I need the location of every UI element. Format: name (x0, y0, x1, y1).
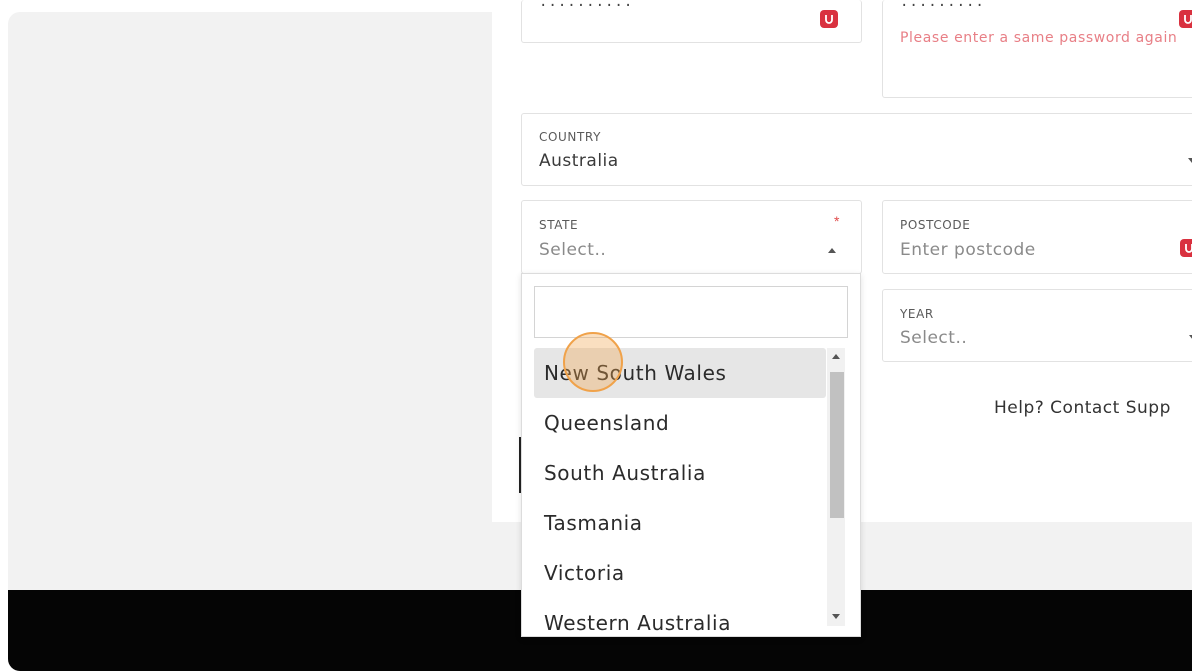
password-manager-icon[interactable] (1179, 10, 1192, 28)
scrollbar-thumb[interactable] (830, 372, 844, 518)
state-select[interactable]: STATE * Select.. (521, 200, 862, 274)
password-manager-icon[interactable] (820, 10, 838, 28)
password-field[interactable]: ·········· (521, 0, 862, 43)
help-contact-support-link[interactable]: Help? Contact Supp (994, 398, 1171, 418)
password-mismatch-error: Please enter a same password again (900, 30, 1178, 46)
state-placeholder: Select.. (539, 240, 607, 260)
year-select[interactable]: YEAR Select.. (882, 289, 1192, 362)
state-option[interactable]: Western Australia (534, 598, 826, 636)
scroll-up-arrow-icon[interactable] (832, 354, 840, 359)
country-value: Australia (539, 151, 619, 171)
state-search-input[interactable] (534, 286, 848, 338)
required-marker: * (834, 213, 840, 229)
state-option[interactable]: Queensland (534, 398, 826, 448)
click-cursor-indicator (563, 332, 623, 392)
confirm-password-field[interactable]: ········· Please enter a same password a… (882, 0, 1192, 98)
country-select[interactable]: COUNTRY Australia (521, 113, 1192, 186)
state-option[interactable]: Victoria (534, 548, 826, 598)
confirm-password-value: ········· (900, 0, 985, 14)
dropdown-scrollbar[interactable] (827, 348, 845, 626)
state-dropdown-menu: New South Wales Queensland South Austral… (521, 273, 861, 637)
state-option[interactable]: Tasmania (534, 498, 826, 548)
chevron-down-icon (1188, 158, 1192, 163)
postcode-label: POSTCODE (900, 218, 971, 232)
state-option[interactable]: South Australia (534, 448, 826, 498)
password-manager-icon[interactable] (1180, 239, 1192, 257)
postcode-field[interactable]: POSTCODE Enter postcode (882, 200, 1192, 274)
year-placeholder: Select.. (900, 328, 968, 348)
chevron-up-icon (828, 248, 836, 253)
country-label: COUNTRY (539, 130, 602, 144)
state-options-list: New South Wales Queensland South Austral… (534, 348, 826, 636)
scroll-down-arrow-icon[interactable] (832, 614, 840, 619)
password-value: ·········· (539, 0, 634, 14)
state-label: STATE (539, 218, 579, 232)
year-label: YEAR (900, 307, 934, 321)
postcode-input[interactable]: Enter postcode (900, 240, 1036, 260)
